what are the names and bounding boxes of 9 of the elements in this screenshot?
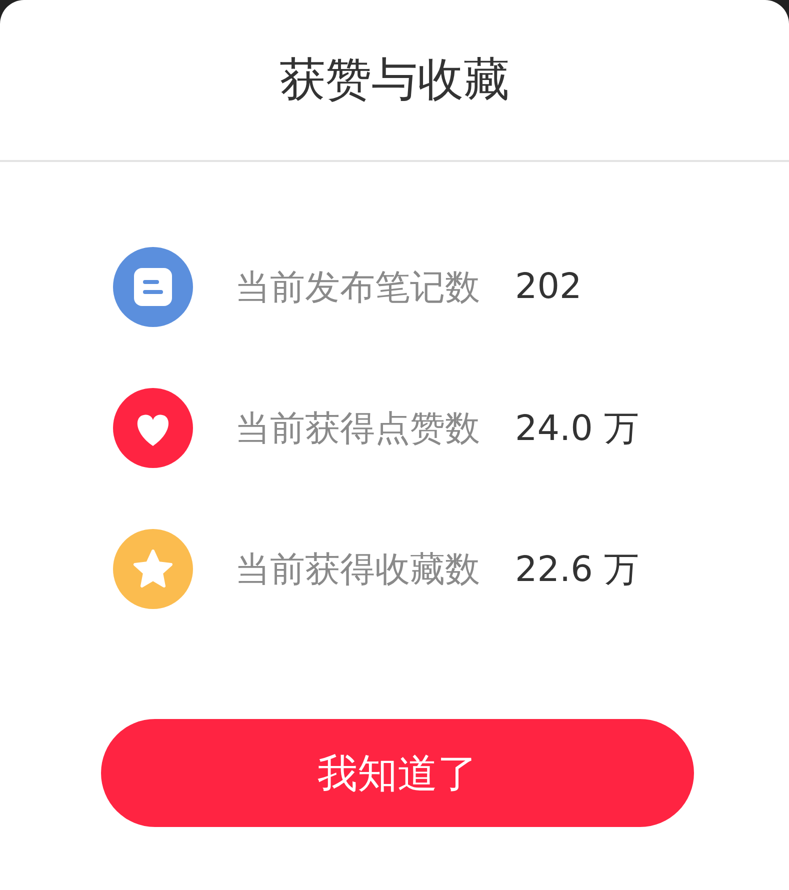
stat-value: 24.0 万 (515, 408, 640, 450)
note-icon (113, 247, 193, 327)
stat-label: 当前获得点赞数 (235, 408, 481, 450)
stat-label: 当前发布笔记数 (235, 266, 481, 310)
dialog-title: 获赞与收藏 (0, 0, 789, 162)
stat-value: 22.6 万 (515, 548, 640, 592)
stat-label: 当前获得收藏数 (235, 548, 481, 592)
stat-value: 202 (515, 267, 582, 307)
confirm-button[interactable]: 我知道了 (101, 719, 694, 827)
